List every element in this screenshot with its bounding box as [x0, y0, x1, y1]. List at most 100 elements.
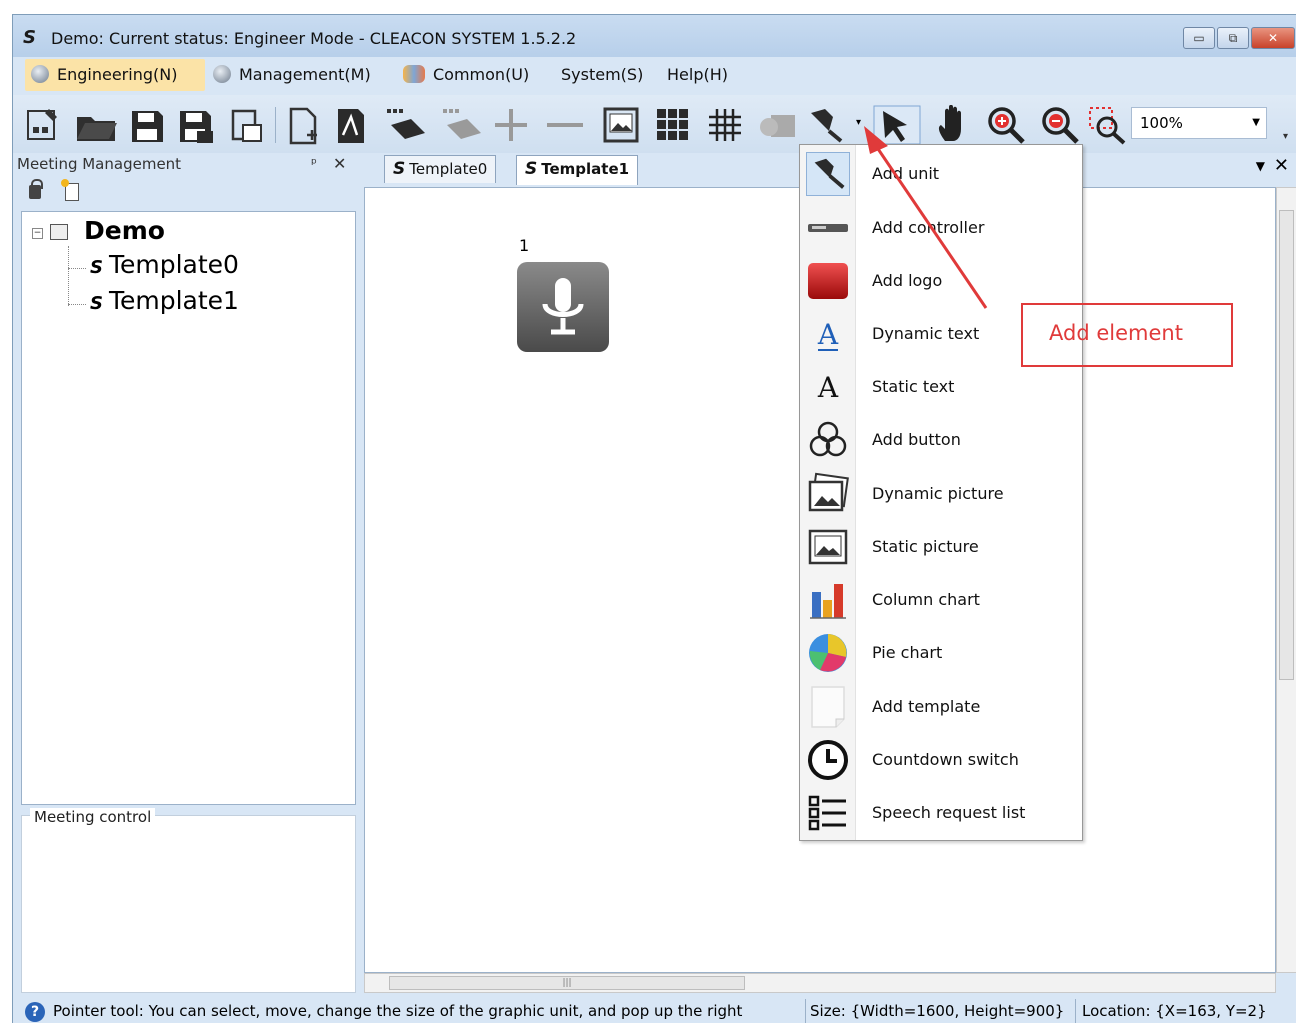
add-units-icon[interactable]: [383, 105, 433, 145]
help-icon: ?: [25, 1002, 45, 1022]
status-bar: ? Pointer tool: You can select, move, ch…: [13, 999, 1296, 1023]
template-logo-icon: S: [525, 159, 538, 179]
pdf-icon[interactable]: [333, 105, 369, 145]
toolbar-separator: [275, 107, 276, 143]
tree-connector: [68, 246, 69, 306]
menu-item-static-text[interactable]: A Static text: [800, 360, 1082, 413]
vertical-scrollbar[interactable]: [1276, 187, 1296, 973]
add-element-tool-icon[interactable]: [805, 105, 853, 145]
close-button[interactable]: ✕: [1251, 27, 1295, 49]
menu-engineering-label: Engineering(N): [57, 65, 178, 84]
chevron-down-icon: ▼: [1252, 117, 1260, 128]
tree-root-demo[interactable]: Demo: [84, 216, 165, 245]
menu-management[interactable]: Management(M): [207, 59, 385, 91]
menu-item-label: Add button: [872, 430, 961, 449]
pin-icon[interactable]: ᵖ: [311, 153, 317, 175]
meeting-management-title: Meeting Management: [17, 155, 182, 173]
horizontal-scroll-thumb[interactable]: |||: [389, 976, 745, 990]
users-group-icon: [403, 65, 425, 83]
zoom-out-icon[interactable]: [1039, 105, 1083, 145]
edit-layout-icon[interactable]: [25, 105, 63, 145]
unit-number: 1: [519, 236, 530, 255]
tab-close-icon[interactable]: ✕: [1274, 155, 1289, 176]
plus-icon[interactable]: [491, 105, 531, 145]
background-picture-icon[interactable]: [601, 105, 641, 145]
new-page-icon[interactable]: [285, 105, 321, 145]
window-controls: ▭ ⧉ ✕: [1183, 27, 1295, 49]
minus-icon[interactable]: [543, 105, 587, 145]
app-window: S Demo: Current status: Engineer Mode - …: [12, 14, 1296, 1023]
tab-template1[interactable]: S Template1: [516, 155, 639, 185]
svg-text:A: A: [817, 371, 839, 404]
zoom-level-value: 100%: [1140, 114, 1183, 132]
tree-connector: [68, 304, 86, 305]
app-logo-icon: S: [23, 27, 36, 48]
tab-template0[interactable]: S Template0: [384, 155, 497, 183]
menu-item-countdown-switch[interactable]: Countdown switch: [800, 733, 1082, 786]
open-folder-icon[interactable]: [73, 105, 119, 145]
menu-help-label: Help(H): [667, 65, 728, 84]
toolbar-overflow-icon[interactable]: ▾: [1283, 131, 1288, 142]
menu-item-label: Dynamic picture: [872, 484, 1004, 503]
save-as-icon[interactable]: [177, 105, 217, 145]
zoom-fit-icon[interactable]: [1087, 105, 1131, 145]
menu-item-static-picture[interactable]: Static picture: [800, 520, 1082, 573]
static-picture-icon: [808, 529, 848, 565]
window-title: Demo: Current status: Engineer Mode - CL…: [51, 29, 577, 48]
lock-icon[interactable]: [29, 179, 43, 199]
menu-item-label: Countdown switch: [872, 750, 1019, 769]
pie-chart-icon: [809, 634, 847, 672]
tab-label: Template0: [409, 160, 488, 178]
horizontal-scrollbar[interactable]: |||: [364, 973, 1276, 993]
menu-engineering[interactable]: Engineering(N): [25, 59, 205, 91]
menu-item-speech-request-list[interactable]: Speech request list: [800, 786, 1082, 839]
tree-item-label: Template0: [108, 250, 239, 279]
list-icon: [808, 795, 846, 831]
export-icon[interactable]: [229, 105, 265, 145]
template-logo-icon: S: [90, 293, 103, 314]
menu-item-pie-chart[interactable]: Pie chart: [800, 626, 1082, 679]
panel-close-icon[interactable]: ✕: [333, 153, 346, 175]
menu-item-add-template[interactable]: Add template: [800, 680, 1082, 733]
save-icon[interactable]: [129, 105, 165, 145]
status-hint: Pointer tool: You can select, move, chan…: [53, 1002, 743, 1020]
annotation-callout: Add element: [1021, 303, 1233, 367]
annotation-arrow: [864, 126, 988, 309]
tabs-dropdown-icon[interactable]: ▼: [1256, 159, 1265, 173]
microphone-icon: [542, 278, 584, 335]
tree-item-template0[interactable]: S Template0: [86, 250, 239, 284]
tree-item-template1[interactable]: S Template1: [86, 286, 239, 320]
presentation-icon: [50, 224, 68, 240]
menu-item-column-chart[interactable]: Column chart: [800, 573, 1082, 626]
id-card-icon[interactable]: [755, 105, 799, 145]
menu-common[interactable]: Common(U): [397, 59, 537, 91]
toolbar: ▾ 100% ▼ ▾: [13, 95, 1296, 153]
remove-units-icon[interactable]: [439, 105, 489, 145]
menu-item-label: Speech request list: [872, 803, 1026, 822]
menu-common-label: Common(U): [433, 65, 530, 84]
microphone-unit[interactable]: [517, 262, 609, 352]
logo-icon: [808, 263, 848, 299]
menu-system[interactable]: System(S): [555, 59, 645, 91]
svg-text:A: A: [817, 318, 839, 351]
engineer-user-icon: [31, 65, 49, 83]
menu-item-label: Add template: [872, 697, 981, 716]
vertical-scroll-thumb[interactable]: [1279, 210, 1294, 680]
grid-layout-icon[interactable]: [653, 105, 693, 145]
menu-item-dynamic-picture[interactable]: Dynamic picture: [800, 467, 1082, 520]
minimize-button[interactable]: ▭: [1183, 27, 1215, 49]
microphone-icon: [806, 152, 850, 196]
menu-item-add-button[interactable]: Add button: [800, 413, 1082, 466]
restore-button[interactable]: ⧉: [1217, 27, 1249, 49]
meeting-management-toolbar: [13, 177, 358, 209]
tree-connector: [68, 268, 86, 269]
title-bar: S Demo: Current status: Engineer Mode - …: [13, 15, 1296, 57]
status-location: Location: {X=163, Y=2}: [1075, 999, 1267, 1023]
menu-item-label: Pie chart: [872, 643, 943, 662]
tree-item-label: Template1: [108, 286, 239, 315]
grid-lines-icon[interactable]: [705, 105, 745, 145]
menu-management-label: Management(M): [239, 65, 371, 84]
zoom-level-select[interactable]: 100% ▼: [1131, 107, 1267, 139]
menu-help[interactable]: Help(H): [661, 59, 741, 91]
collapse-icon[interactable]: −: [32, 228, 43, 239]
